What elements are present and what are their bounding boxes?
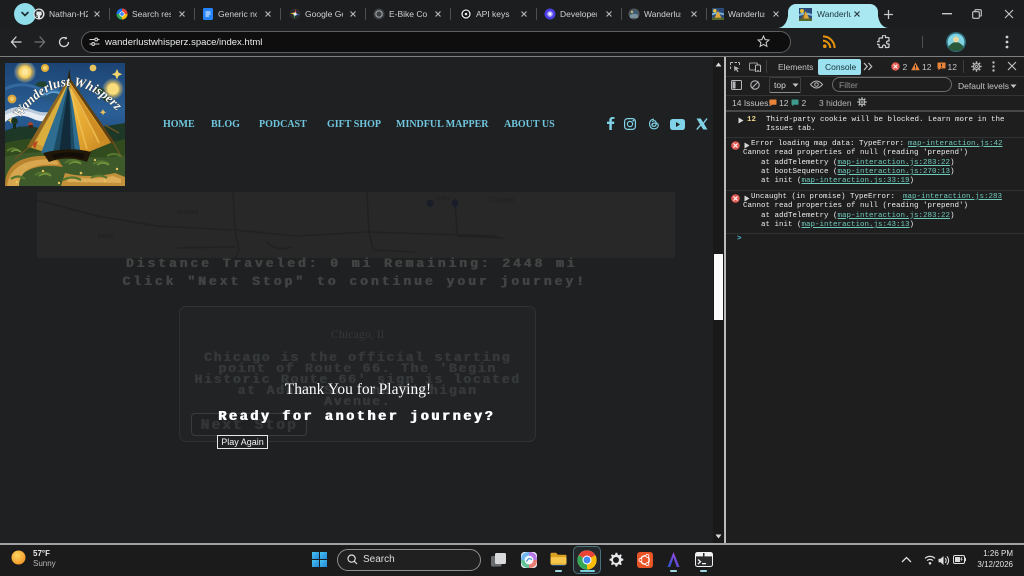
svg-text:Joliet: Joliet bbox=[97, 233, 113, 240]
svg-text:Chicago: Chicago bbox=[489, 197, 515, 204]
svg-text:Gary: Gary bbox=[435, 195, 451, 202]
svg-text:Aurora: Aurora bbox=[177, 209, 198, 216]
